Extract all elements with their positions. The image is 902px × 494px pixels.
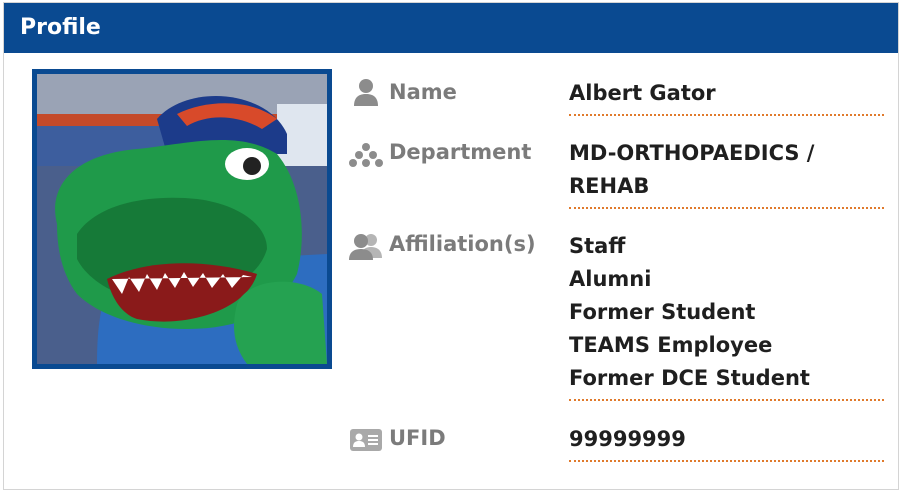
profile-card: Profile Name Albert Gator Department MD-… (3, 2, 899, 490)
profile-title: Profile (20, 15, 101, 40)
affiliation-item: Staff (569, 234, 626, 258)
gator-mascot-image (37, 74, 327, 364)
person-icon (354, 79, 378, 106)
department-value: MD-ORTHOPAEDICS / REHAB (569, 137, 884, 209)
affiliation-values: Staff Alumni Former Student TEAMS Employ… (569, 230, 884, 401)
profile-header: Profile (4, 3, 898, 53)
name-value: Albert Gator (569, 77, 884, 116)
ufid-text: 99999999 (569, 427, 686, 451)
affiliation-item: Former Student (569, 300, 756, 324)
ufid-value: 99999999 (569, 423, 884, 462)
ufid-label: UFID (389, 426, 446, 450)
id-card-icon (350, 429, 382, 451)
profile-photo (32, 69, 332, 369)
department-label: Department (389, 140, 532, 164)
affiliation-item: Alumni (569, 267, 652, 291)
affiliation-item: TEAMS Employee (569, 333, 773, 357)
affiliation-item: Former DCE Student (569, 366, 810, 390)
department-line-2: REHAB (569, 174, 650, 198)
department-line-1: MD-ORTHOPAEDICS / (569, 141, 815, 165)
org-cluster-icon (349, 143, 383, 167)
name-text: Albert Gator (569, 81, 716, 105)
affiliation-label: Affiliation(s) (389, 232, 536, 256)
people-group-icon (349, 234, 382, 260)
name-label: Name (389, 80, 457, 104)
